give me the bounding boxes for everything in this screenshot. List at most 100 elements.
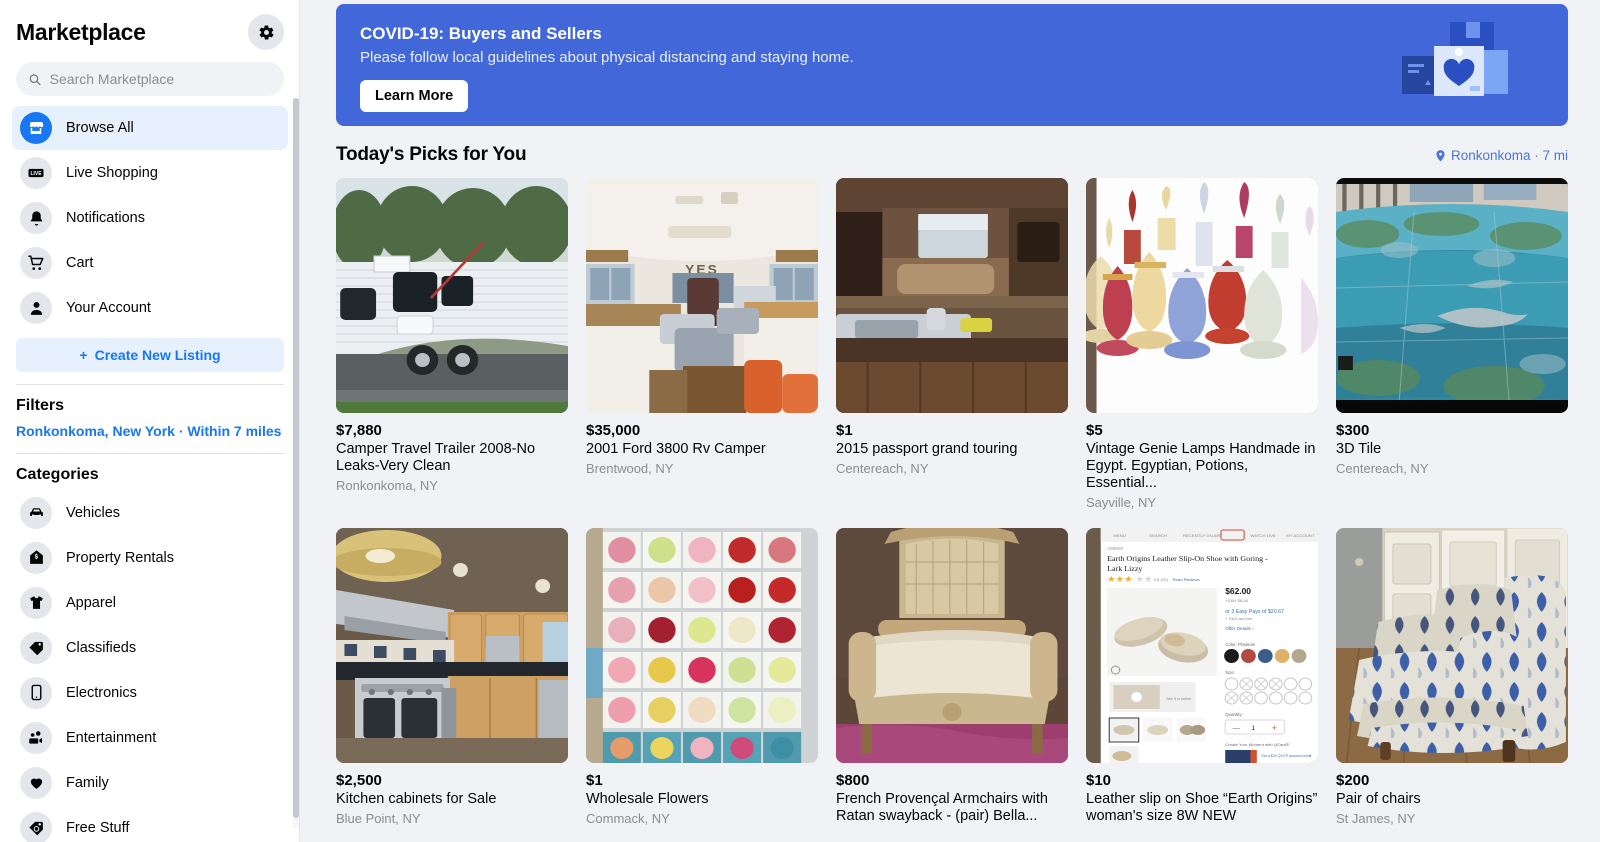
listing-image-flowers[interactable] bbox=[586, 528, 818, 763]
listing-card[interactable]: $2,500 Kitchen cabinets for Sale Blue Po… bbox=[336, 528, 568, 828]
sidebar-item-cart[interactable]: Cart bbox=[12, 241, 288, 285]
sidebar-item-label: Browse All bbox=[66, 120, 134, 136]
svg-text:+S&H $6.50: +S&H $6.50 bbox=[1225, 598, 1249, 603]
listing-image-blue-chairs[interactable] bbox=[1336, 528, 1568, 763]
tag-free-icon bbox=[20, 811, 52, 842]
listing-card[interactable]: $5 Vintage Genie Lamps Handmade in Egypt… bbox=[1086, 178, 1318, 510]
picks-title: Today's Picks for You bbox=[336, 144, 527, 165]
category-vehicles[interactable]: Vehicles bbox=[12, 490, 288, 535]
sidebar-item-label: Your Account bbox=[66, 300, 151, 316]
sidebar-item-label: Cart bbox=[66, 255, 94, 271]
listing-image-3d-tile-ocean[interactable] bbox=[1336, 178, 1568, 413]
sidebar-item-live-shopping[interactable]: LIVE Live Shopping bbox=[12, 151, 288, 195]
listing-card[interactable]: MENU SEARCH RECENTLY ON AIR WATCH LIVE MY A… bbox=[1086, 528, 1318, 828]
listing-card[interactable]: YES $35,000 2001 Ford 3800 Rv Camper Bre… bbox=[586, 178, 818, 510]
category-classifieds[interactable]: Classifieds bbox=[12, 625, 288, 670]
listing-card[interactable]: $200 Pair of chairs St James, NY bbox=[1336, 528, 1568, 828]
location-chip[interactable]: Ronkonkoma · 7 mi bbox=[1434, 148, 1568, 163]
main-scrollbar[interactable] bbox=[1591, 0, 1598, 842]
listing-title: Pair of chairs bbox=[1336, 791, 1421, 807]
category-entertainment[interactable]: Entertainment bbox=[12, 715, 288, 760]
listing-image-camper-trailer[interactable] bbox=[336, 178, 568, 413]
listing-title: 2001 Ford 3800 Rv Camper bbox=[586, 441, 766, 457]
category-electronics[interactable]: Electronics bbox=[12, 670, 288, 715]
svg-text:Offer Details ›: Offer Details › bbox=[1225, 626, 1254, 631]
page-title: Marketplace bbox=[16, 18, 146, 45]
listing-price: $1 bbox=[836, 422, 853, 439]
filters-heading: Filters bbox=[16, 397, 65, 414]
svg-text:See It in Action: See It in Action bbox=[1166, 697, 1191, 701]
listing-title: 3D Tile bbox=[1336, 441, 1382, 457]
heart-icon bbox=[20, 766, 52, 799]
category-label: Vehicles bbox=[66, 504, 121, 521]
listing-card[interactable]: $1 2015 passport grand touring Centereac… bbox=[836, 178, 1068, 510]
listing-card[interactable]: $800 French Provençal Armchairs with Rat… bbox=[836, 528, 1068, 828]
live-icon: LIVE bbox=[20, 157, 52, 189]
category-label: Apparel bbox=[66, 594, 116, 611]
listing-price: $35,000 bbox=[586, 422, 641, 439]
search-icon bbox=[29, 73, 41, 85]
listing-card[interactable]: $300 3D Tile Centereach, NY bbox=[1336, 178, 1568, 510]
plus-icon: + bbox=[79, 347, 88, 363]
car-icon bbox=[20, 496, 52, 529]
svg-text:LIVE: LIVE bbox=[30, 171, 42, 177]
sidebar-item-browse-all[interactable]: Browse All bbox=[12, 106, 288, 150]
search-input[interactable] bbox=[49, 71, 272, 87]
listing-price: $5 bbox=[1086, 422, 1103, 439]
listing-card[interactable]: $7,880 Camper Travel Trailer 2008-No Lea… bbox=[336, 178, 568, 510]
listing-image-armchair[interactable] bbox=[836, 528, 1068, 763]
listing-image-genie-lamps[interactable] bbox=[1086, 178, 1318, 413]
listing-image-kitchen[interactable] bbox=[336, 528, 568, 763]
listing-location: St James, NY bbox=[1336, 811, 1416, 826]
create-new-listing-button[interactable]: + Create New Listing bbox=[16, 338, 284, 372]
svg-text:3.8 (26): 3.8 (26) bbox=[1153, 577, 1168, 582]
search-bar[interactable] bbox=[16, 62, 284, 96]
sidebar-item-notifications[interactable]: Notifications bbox=[12, 196, 288, 240]
svg-text:—: — bbox=[1233, 723, 1241, 732]
category-free-stuff[interactable]: Free Stuff bbox=[12, 805, 288, 842]
covid-banner-subtitle: Please follow local guidelines about phy… bbox=[360, 49, 854, 66]
listing-image-bus-interior[interactable]: YES bbox=[586, 178, 818, 413]
listing-location: Ronkonkoma, NY bbox=[336, 478, 438, 493]
bell-icon bbox=[20, 202, 52, 234]
listing-price: $300 bbox=[1336, 422, 1370, 439]
learn-more-button[interactable]: Learn More bbox=[360, 80, 469, 112]
cart-icon bbox=[20, 247, 52, 279]
listing-image-rv-interior[interactable] bbox=[836, 178, 1068, 413]
svg-text:Quantity:: Quantity: bbox=[1225, 712, 1243, 717]
divider bbox=[16, 384, 284, 385]
listing-location: Centereach, NY bbox=[1336, 461, 1429, 476]
svg-text:★★★: ★★★ bbox=[1107, 574, 1132, 584]
store-icon bbox=[20, 112, 52, 144]
listing-title: Wholesale Flowers bbox=[586, 791, 709, 807]
listing-title: Leather slip on Shoe “Earth Origins” wom… bbox=[1086, 791, 1318, 824]
sidebar-item-your-account[interactable]: Your Account bbox=[12, 286, 288, 330]
main-content: COVID-19: Buyers and Sellers Please foll… bbox=[300, 0, 1600, 842]
svg-text:Create Your Moment with QCard®: Create Your Moment with QCard® bbox=[1225, 742, 1289, 747]
svg-text:+: + bbox=[1272, 723, 1278, 733]
house-dollar-icon bbox=[20, 541, 52, 574]
category-family[interactable]: Family bbox=[12, 760, 288, 805]
listing-title: 2015 passport grand touring bbox=[836, 441, 1018, 457]
listing-price: $800 bbox=[836, 772, 870, 789]
location-label: Ronkonkoma · 7 mi bbox=[1450, 147, 1568, 163]
category-apparel[interactable]: Apparel bbox=[12, 580, 288, 625]
create-listing-label: Create New Listing bbox=[94, 347, 221, 363]
picks-header: Today's Picks for You Ronkonkoma · 7 mi bbox=[336, 144, 1568, 166]
listing-price: $200 bbox=[1336, 772, 1370, 789]
category-property-rentals[interactable]: Property Rentals bbox=[12, 535, 288, 580]
svg-text:SEARCH: SEARCH bbox=[1149, 533, 1167, 538]
listing-title: Kitchen cabinets for Sale bbox=[336, 791, 497, 807]
listing-image-shoe-listing[interactable]: MENU SEARCH RECENTLY ON AIR WATCH LIVE MY A… bbox=[1086, 528, 1318, 763]
svg-text:★★: ★★ bbox=[1136, 574, 1153, 584]
svg-text:Lark Lizzy: Lark Lizzy bbox=[1107, 564, 1142, 573]
svg-text:Color: Platinum: Color: Platinum bbox=[1225, 642, 1256, 647]
film-people-icon bbox=[20, 721, 52, 754]
listing-price: $1 bbox=[586, 772, 603, 789]
divider bbox=[16, 453, 284, 454]
category-label: Entertainment bbox=[66, 729, 157, 746]
filter-location-link[interactable]: Ronkonkoma, New York · Within 7 miles bbox=[12, 421, 288, 441]
listing-card[interactable]: $1 Wholesale Flowers Commack, NY bbox=[586, 528, 818, 828]
settings-button[interactable] bbox=[248, 14, 284, 50]
svg-text:or 3 Easy Pays of $20.67: or 3 Easy Pays of $20.67 bbox=[1225, 609, 1284, 615]
